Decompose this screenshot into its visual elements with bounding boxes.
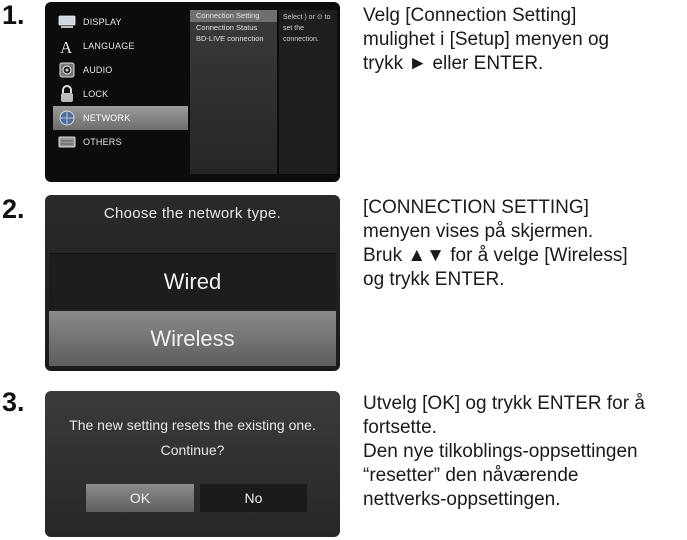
network-icon: [56, 110, 78, 126]
dialog-message: The new setting resets the existing one.…: [69, 417, 316, 458]
submenu-connection-status[interactable]: Connection Status: [190, 22, 277, 34]
menu-item-language[interactable]: A LANGUAGE: [53, 34, 188, 58]
network-type-screen: Choose the network type. Wired Wireless: [45, 195, 340, 371]
language-icon: A: [56, 38, 78, 54]
menu-item-label: AUDIO: [83, 64, 113, 75]
menu-item-others[interactable]: OTHERS: [53, 130, 188, 154]
menu-item-label: LOCK: [83, 88, 109, 99]
step-3-text: Utvelg [OK] og trykk ENTER for å fortset…: [363, 393, 645, 510]
hint-text: Select ) or ⊙ to set the connection.: [283, 14, 331, 43]
step-3-number: 3.: [2, 387, 25, 417]
dialog-title: Choose the network type.: [103, 205, 282, 222]
audio-icon: [56, 62, 78, 78]
menu-item-label: LANGUAGE: [83, 40, 135, 51]
no-button[interactable]: No: [200, 484, 307, 512]
ok-button[interactable]: OK: [86, 484, 194, 512]
others-icon: [56, 135, 78, 149]
confirm-dialog-screen: The new setting resets the existing one.…: [45, 391, 340, 537]
menu-item-network[interactable]: NETWORK: [53, 106, 188, 130]
menu-item-label: OTHERS: [83, 136, 122, 147]
step-1-text: Velg [Connection Setting] mulighet i [Se…: [363, 5, 610, 74]
menu-item-audio[interactable]: AUDIO: [53, 58, 188, 82]
menu-item-label: DISPLAY: [83, 16, 122, 27]
menu-item-label: NETWORK: [83, 112, 131, 123]
submenu-connection-setting[interactable]: Connection Setting: [190, 10, 277, 22]
option-wired[interactable]: Wired: [49, 253, 336, 309]
setup-menu: DISPLAY A LANGUAGE AUDIO LOCK NETWORK OT…: [53, 10, 188, 154]
step-2-number: 2.: [2, 194, 25, 224]
submenu-bd-live-connection[interactable]: BD-LIVE connection: [190, 33, 277, 45]
menu-item-display[interactable]: DISPLAY: [53, 10, 188, 34]
step-1-number: 1.: [2, 0, 25, 30]
setup-menu-screen: DISPLAY A LANGUAGE AUDIO LOCK NETWORK OT…: [45, 2, 340, 182]
step-2-text: [CONNECTION SETTING] menyen vises på skj…: [363, 197, 628, 290]
lock-icon: [56, 84, 78, 103]
menu-item-lock[interactable]: LOCK: [53, 82, 188, 106]
hint-panel: Select ) or ⊙ to set the connection.: [279, 10, 337, 174]
svg-text:A: A: [60, 38, 73, 54]
option-wireless[interactable]: Wireless: [49, 311, 336, 366]
display-icon: [56, 15, 78, 29]
network-submenu: Connection Setting Connection Status BD-…: [190, 10, 277, 174]
